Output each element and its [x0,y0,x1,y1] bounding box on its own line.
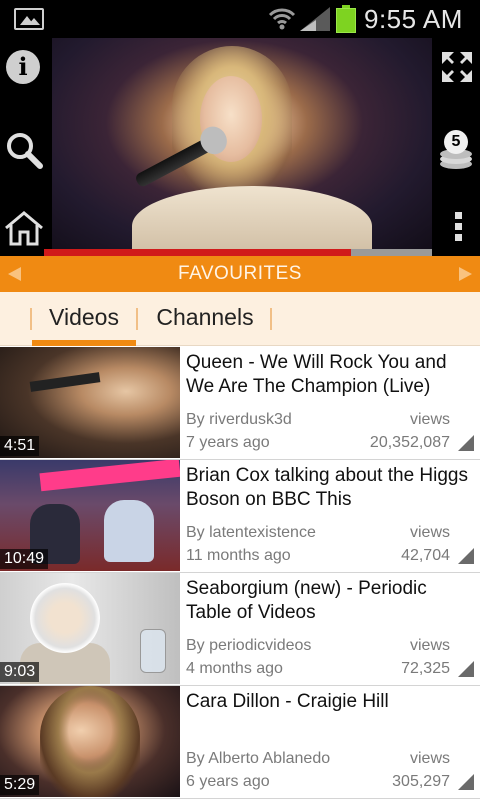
list-item[interactable]: 10:49 Brian Cox talking about the Higgs … [0,460,480,573]
video-thumbnail[interactable]: 9:03 [0,573,180,684]
video-frame[interactable] [52,38,432,250]
section-title: FAVOURITES [178,263,302,284]
progress-fill [44,249,351,256]
video-duration: 5:29 [0,775,40,795]
battery-icon [336,5,356,33]
section-header: FAVOURITES [0,256,480,292]
list-item[interactable]: 4:51 Queen - We Will Rock You and We Are… [0,347,480,460]
tab-channels[interactable]: Channels [142,292,268,346]
tab-bar: Videos Channels [0,292,480,346]
video-author: By Alberto Ablanedo [186,750,331,767]
view-count: 305,297 [392,773,450,790]
info-icon[interactable]: i [6,50,40,84]
video-title[interactable]: Cara Dillon - Craigie Hill [186,690,476,714]
video-title[interactable]: Queen - We Will Rock You and We Are The … [186,351,476,399]
view-count: 20,352,087 [369,434,450,451]
list-item[interactable]: 5:29 Cara Dillon - Craigie Hill By Alber… [0,686,480,799]
view-count: 72,325 [401,660,450,677]
video-duration: 4:51 [0,436,40,456]
item-menu-icon[interactable] [458,774,474,790]
video-age: 6 years ago [186,773,270,790]
list-item[interactable]: 9:03 Seaborgium (new) - Periodic Table o… [0,573,480,686]
view-count: 42,704 [401,547,450,564]
tab-separator [270,308,272,330]
video-duration: 10:49 [0,549,49,569]
video-list: 4:51 Queen - We Will Rock You and We Are… [0,347,480,800]
item-menu-icon[interactable] [458,435,474,451]
video-age: 4 months ago [186,660,283,677]
arrow-right-icon[interactable] [459,267,472,281]
search-icon[interactable] [4,130,44,170]
home-icon[interactable] [4,210,44,246]
video-title[interactable]: Seaborgium (new) - Periodic Table of Vid… [186,577,476,625]
video-author: By riverdusk3d [186,411,292,428]
coin-stack-icon[interactable]: 5 [436,130,476,170]
video-player[interactable]: i 5 [0,38,480,256]
stack-count: 5 [444,130,468,154]
tab-videos[interactable]: Videos [32,292,136,346]
item-menu-icon[interactable] [458,661,474,677]
video-author: By periodicvideos [186,637,312,654]
video-duration: 9:03 [0,662,40,682]
video-thumbnail[interactable]: 10:49 [0,460,180,571]
video-thumbnail[interactable]: 4:51 [0,347,180,458]
wifi-icon [268,8,296,30]
progress-bar[interactable] [44,249,432,256]
overflow-menu-icon[interactable] [448,212,468,248]
status-bar: 9:55 AM [0,0,480,38]
image-notification-icon [14,8,44,30]
video-author: By latentexistence [186,524,316,541]
item-menu-icon[interactable] [458,548,474,564]
video-age: 7 years ago [186,434,270,451]
signal-icon [300,7,330,31]
status-time: 9:55 AM [364,4,463,34]
views-label: views [409,411,450,428]
views-label: views [409,524,450,541]
views-label: views [409,637,450,654]
video-title[interactable]: Brian Cox talking about the Higgs Boson … [186,464,476,512]
video-age: 11 months ago [186,547,291,564]
tab-separator [136,308,138,330]
fullscreen-icon[interactable] [440,50,474,84]
views-label: views [409,750,450,767]
video-thumbnail[interactable]: 5:29 [0,686,180,797]
